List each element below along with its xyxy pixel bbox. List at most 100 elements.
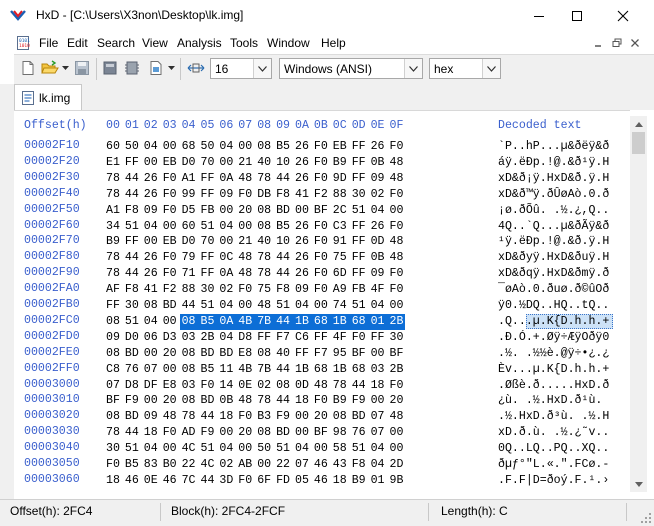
hex-byte[interactable]: BD	[201, 393, 220, 409]
hex-byte[interactable]: BD	[276, 425, 295, 441]
mdi-close-button[interactable]	[628, 37, 642, 49]
hex-byte[interactable]: 68	[352, 362, 371, 378]
view-format-button[interactable]	[146, 58, 166, 78]
hex-byte[interactable]: B5	[276, 139, 295, 155]
hex-byte[interactable]: 01	[371, 314, 390, 330]
hex-byte[interactable]: C3	[333, 219, 352, 235]
offset-base-select[interactable]: hex	[429, 58, 501, 79]
hex-byte[interactable]: 41	[295, 187, 314, 203]
hex-byte[interactable]: F0	[314, 393, 333, 409]
hex-byte[interactable]: F8	[352, 457, 371, 473]
hex-byte[interactable]: 00	[163, 219, 182, 235]
hex-byte[interactable]: 76	[352, 425, 371, 441]
hex-byte[interactable]: 2B	[390, 314, 409, 330]
hex-byte[interactable]: 0B	[219, 393, 238, 409]
hex-byte[interactable]: F0	[163, 250, 182, 266]
hex-byte[interactable]: 0C	[219, 250, 238, 266]
hex-byte[interactable]: BD	[125, 346, 144, 362]
hex-byte[interactable]: 51	[352, 203, 371, 219]
hex-byte[interactable]: BD	[219, 346, 238, 362]
hex-byte[interactable]: B0	[163, 457, 182, 473]
hex-byte[interactable]: B3	[257, 409, 276, 425]
hex-byte[interactable]: 75	[333, 250, 352, 266]
hex-byte[interactable]: F0	[314, 155, 333, 171]
hex-byte[interactable]: 26	[295, 250, 314, 266]
mdi-restore-button[interactable]	[610, 37, 624, 49]
hex-byte[interactable]: 26	[371, 139, 390, 155]
hex-byte[interactable]: BD	[125, 409, 144, 425]
hex-byte[interactable]: 00	[257, 457, 276, 473]
hex-byte[interactable]: FD	[276, 473, 295, 489]
hex-byte[interactable]: 30	[106, 441, 125, 457]
hex-byte[interactable]: 58	[333, 441, 352, 457]
hex-byte[interactable]: 07	[106, 378, 125, 394]
hex-byte[interactable]: 2C	[333, 203, 352, 219]
hex-byte[interactable]: 04	[144, 314, 163, 330]
hex-byte[interactable]: 08	[106, 346, 125, 362]
hex-byte[interactable]: 09	[219, 187, 238, 203]
hex-byte[interactable]: F0	[163, 203, 182, 219]
hex-byte[interactable]: 76	[125, 362, 144, 378]
hex-byte[interactable]: 26	[295, 219, 314, 235]
hex-byte[interactable]: 01	[371, 473, 390, 489]
hex-byte[interactable]: F0	[314, 266, 333, 282]
hex-byte[interactable]: D5	[182, 203, 201, 219]
hex-byte[interactable]: 68	[314, 314, 333, 330]
hex-byte[interactable]: 26	[295, 171, 314, 187]
hex-byte[interactable]: 46	[125, 473, 144, 489]
hex-byte[interactable]: 48	[390, 250, 409, 266]
decoded-text-row[interactable]: .Ð.Ó.+.Øÿ÷ÆÿOðÿ0	[498, 330, 626, 346]
hex-byte[interactable]: B5	[201, 314, 220, 330]
hex-byte[interactable]: 78	[182, 409, 201, 425]
decoded-text-row[interactable]: ðµƒ°"L.«.".FCø.-	[498, 457, 626, 473]
hex-byte[interactable]: BF	[390, 346, 409, 362]
hex-byte[interactable]: 05	[295, 473, 314, 489]
menu-tools[interactable]: Tools	[230, 36, 258, 50]
hex-byte[interactable]: 95	[333, 346, 352, 362]
hex-byte[interactable]: FF	[257, 330, 276, 346]
hex-byte[interactable]: F0	[390, 378, 409, 394]
hex-byte[interactable]: E1	[106, 155, 125, 171]
hex-byte[interactable]: 26	[295, 234, 314, 250]
hex-byte[interactable]: 00	[238, 139, 257, 155]
hex-byte[interactable]: EB	[163, 234, 182, 250]
menu-view[interactable]: View	[142, 36, 168, 50]
hex-byte[interactable]: 07	[371, 409, 390, 425]
hex-byte[interactable]: 09	[106, 330, 125, 346]
decoded-text-row[interactable]: .Øßè.ð.....HxD.ð	[498, 378, 626, 394]
hex-byte[interactable]: 4F	[333, 330, 352, 346]
close-button[interactable]	[600, 0, 646, 32]
hex-byte[interactable]: 44	[276, 250, 295, 266]
hex-byte[interactable]: 78	[257, 393, 276, 409]
hex-byte[interactable]: FF	[352, 171, 371, 187]
decoded-text-row[interactable]: xD&ð¡ÿ.HxD&ð.ÿ.H	[498, 171, 626, 187]
hex-byte[interactable]: 08	[257, 219, 276, 235]
hex-byte[interactable]: 50	[125, 139, 144, 155]
hex-byte[interactable]: 04	[295, 298, 314, 314]
hex-byte[interactable]: 04	[144, 139, 163, 155]
hex-byte[interactable]: 44	[276, 171, 295, 187]
hex-byte[interactable]: 04	[219, 219, 238, 235]
hex-byte[interactable]: 51	[276, 298, 295, 314]
hex-byte[interactable]: 04	[219, 330, 238, 346]
hex-byte[interactable]: 44	[125, 250, 144, 266]
hex-byte[interactable]: 09	[295, 282, 314, 298]
hex-byte[interactable]: 7B	[257, 314, 276, 330]
decoded-text-row[interactable]: 0Q..LQ..PQ..XQ..	[498, 441, 626, 457]
hex-byte[interactable]: F0	[314, 234, 333, 250]
hex-byte[interactable]: 00	[295, 409, 314, 425]
hex-byte[interactable]: BD	[201, 346, 220, 362]
hex-byte[interactable]: 04	[219, 441, 238, 457]
hex-byte[interactable]: 08	[182, 362, 201, 378]
hex-byte[interactable]: 00	[163, 139, 182, 155]
hex-byte[interactable]: 07	[371, 425, 390, 441]
hex-byte[interactable]: 48	[390, 234, 409, 250]
hex-byte[interactable]: 50	[257, 441, 276, 457]
menu-analysis[interactable]: Analysis	[177, 36, 222, 50]
decoded-text-row[interactable]: .Q...µ.K{D.h.h.+	[498, 314, 626, 330]
hex-byte[interactable]: 22	[276, 457, 295, 473]
hex-byte[interactable]: F0	[106, 457, 125, 473]
hex-byte[interactable]: 1B	[333, 362, 352, 378]
scroll-down-button[interactable]	[630, 476, 647, 492]
hex-byte[interactable]: 4F	[371, 282, 390, 298]
